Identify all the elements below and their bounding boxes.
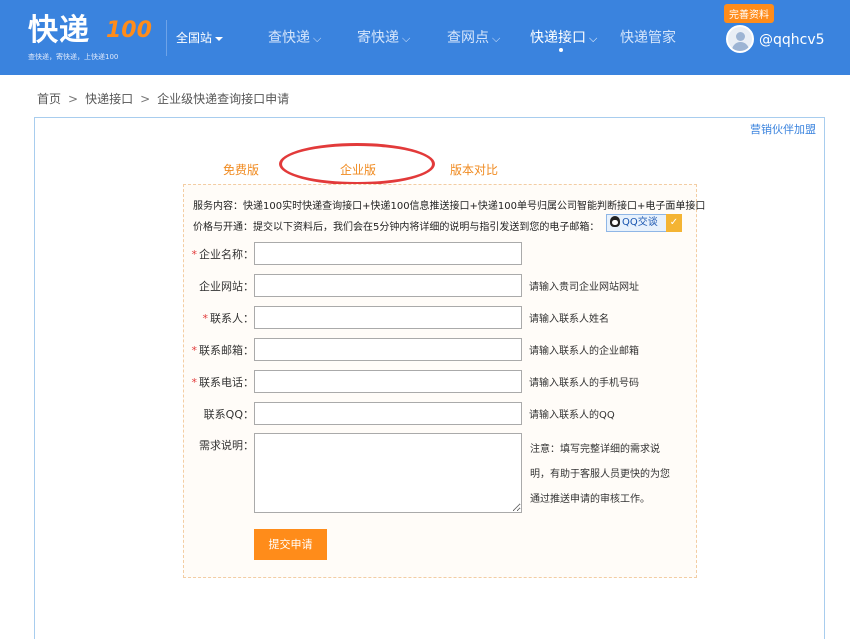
required-marker: * bbox=[191, 344, 198, 357]
contact-name-input[interactable] bbox=[254, 306, 522, 329]
field-label-text: 联系QQ： bbox=[203, 408, 254, 421]
region-label: 全国站 bbox=[176, 31, 213, 45]
contact-qq-label: 联系QQ： bbox=[184, 406, 254, 422]
breadcrumb-api[interactable]: 快递接口 bbox=[85, 92, 133, 106]
chevron-down-icon: ⌵ bbox=[492, 32, 501, 45]
service-content-text: 服务内容：快递100实时快递查询接口+快递100信息推送接口+快递100单号归属… bbox=[193, 201, 706, 212]
contact-email-input[interactable] bbox=[254, 338, 522, 361]
breadcrumb-current: 企业级快递查询接口申请 bbox=[157, 92, 290, 106]
caret-down-icon bbox=[215, 36, 224, 41]
tab-enterprise[interactable]: 企业版 bbox=[340, 161, 376, 178]
chevron-down-icon: ⌵ bbox=[313, 32, 322, 45]
region-selector[interactable]: 全国站 bbox=[176, 29, 224, 46]
partner-join-link[interactable]: 营销伙伴加盟 bbox=[750, 121, 816, 137]
company-website-hint: 请输入贵司企业网站网址 bbox=[529, 282, 639, 293]
chevron-down-icon: ⌵ bbox=[402, 32, 411, 45]
contact-phone-label: * 联系电话： bbox=[184, 374, 255, 390]
qq-chat-label: QQ交谈 bbox=[622, 217, 658, 228]
price-info-text: 价格与开通：提交以下资料后，我们会在5分钟内将详细的说明与指引发送到您的电子邮箱… bbox=[193, 222, 600, 233]
user-avatar[interactable] bbox=[726, 25, 754, 53]
nav-label: 快递接口 bbox=[530, 30, 586, 46]
qq-penguin-icon bbox=[610, 216, 620, 227]
nav-item-outlets[interactable]: 查网点 ⌵ bbox=[447, 27, 500, 47]
nav-label: 寄快递 bbox=[357, 30, 399, 46]
requirement-label: 需求说明： bbox=[199, 439, 254, 452]
application-form: 服务内容：快递100实时快递查询接口+快递100信息推送接口+快递100单号归属… bbox=[183, 184, 705, 578]
breadcrumb: 首页 > 快递接口 > 企业级快递查询接口申请 bbox=[37, 90, 289, 107]
contact-name-label: * 联系人： bbox=[184, 310, 255, 326]
breadcrumb-separator: > bbox=[140, 92, 151, 106]
nav-label: 查网点 bbox=[447, 30, 489, 46]
breadcrumb-home[interactable]: 首页 bbox=[37, 92, 61, 106]
field-label-text: 企业名称： bbox=[199, 248, 254, 261]
contact-email-label: * 联系邮箱： bbox=[184, 342, 255, 358]
nav-item-track[interactable]: 查快递 ⌵ bbox=[268, 27, 321, 47]
contact-email-hint: 请输入联系人的企业邮箱 bbox=[529, 346, 639, 357]
requirement-note: 注意：填写完整详细的需求说明，有助于客服人员更快的为您通过推送申请的审核工作。 bbox=[530, 444, 670, 505]
company-website-input[interactable] bbox=[254, 274, 522, 297]
contact-qq-hint: 请输入联系人的QQ bbox=[529, 410, 615, 421]
logo-slogan: 查快递，寄快递，上快递100 bbox=[28, 53, 119, 61]
nav-label: 快递管家 bbox=[620, 30, 676, 46]
contact-phone-hint: 请输入联系人的手机号码 bbox=[529, 378, 639, 389]
complete-profile-badge[interactable]: 完善资料 bbox=[724, 4, 774, 23]
logo-100: 100 bbox=[106, 18, 152, 43]
required-marker: * bbox=[191, 248, 198, 261]
required-marker: * bbox=[191, 376, 198, 389]
application-panel: 营销伙伴加盟 免费版 企业版 版本对比 服务内容：快递100实时快递查询接口+快… bbox=[34, 117, 825, 639]
requirement-textarea[interactable] bbox=[254, 433, 522, 513]
nav-item-manager[interactable]: 快递管家 bbox=[620, 27, 676, 47]
field-label-text: 联系电话： bbox=[199, 376, 254, 389]
nav-label: 查快递 bbox=[268, 30, 310, 46]
contact-qq-input[interactable] bbox=[254, 402, 522, 425]
kuaidi100-logo[interactable]: 快递 100 查快递，寄快递，上快递100 bbox=[28, 12, 158, 64]
qq-chat-button[interactable]: QQ交谈 ✓ bbox=[606, 214, 682, 232]
contact-name-hint: 请输入联系人姓名 bbox=[529, 314, 609, 325]
breadcrumb-separator: > bbox=[68, 92, 79, 106]
header-divider bbox=[166, 20, 167, 56]
logo-text: 快递 bbox=[28, 13, 90, 48]
company-website-label: 企业网站： bbox=[184, 278, 254, 294]
required-marker: * bbox=[202, 312, 209, 325]
submit-application-button[interactable]: 提交申请 bbox=[254, 529, 327, 560]
field-label-text: 联系人： bbox=[210, 312, 254, 325]
nav-item-api[interactable]: 快递接口 ⌵ bbox=[530, 27, 597, 47]
chevron-down-icon: ⌵ bbox=[589, 32, 598, 45]
tab-compare[interactable]: 版本对比 bbox=[450, 161, 498, 178]
active-nav-indicator bbox=[559, 48, 563, 52]
contact-phone-input[interactable] bbox=[254, 370, 522, 393]
check-icon: ✓ bbox=[666, 214, 682, 232]
avatar-body bbox=[732, 42, 749, 51]
field-label-text: 企业网站： bbox=[199, 280, 254, 293]
nav-item-send[interactable]: 寄快递 ⌵ bbox=[357, 27, 410, 47]
username[interactable]: @qqhcv5 bbox=[759, 32, 825, 48]
company-name-input[interactable] bbox=[254, 242, 522, 265]
field-label-text: 联系邮箱： bbox=[199, 344, 254, 357]
avatar-head bbox=[736, 32, 745, 41]
company-name-label: * 企业名称： bbox=[184, 246, 255, 262]
top-nav-bar: 快递 100 查快递，寄快递，上快递100 全国站 查快递 ⌵ 寄快递 ⌵ 查网点 ⌵… bbox=[0, 0, 850, 75]
tab-free[interactable]: 免费版 bbox=[223, 161, 259, 178]
